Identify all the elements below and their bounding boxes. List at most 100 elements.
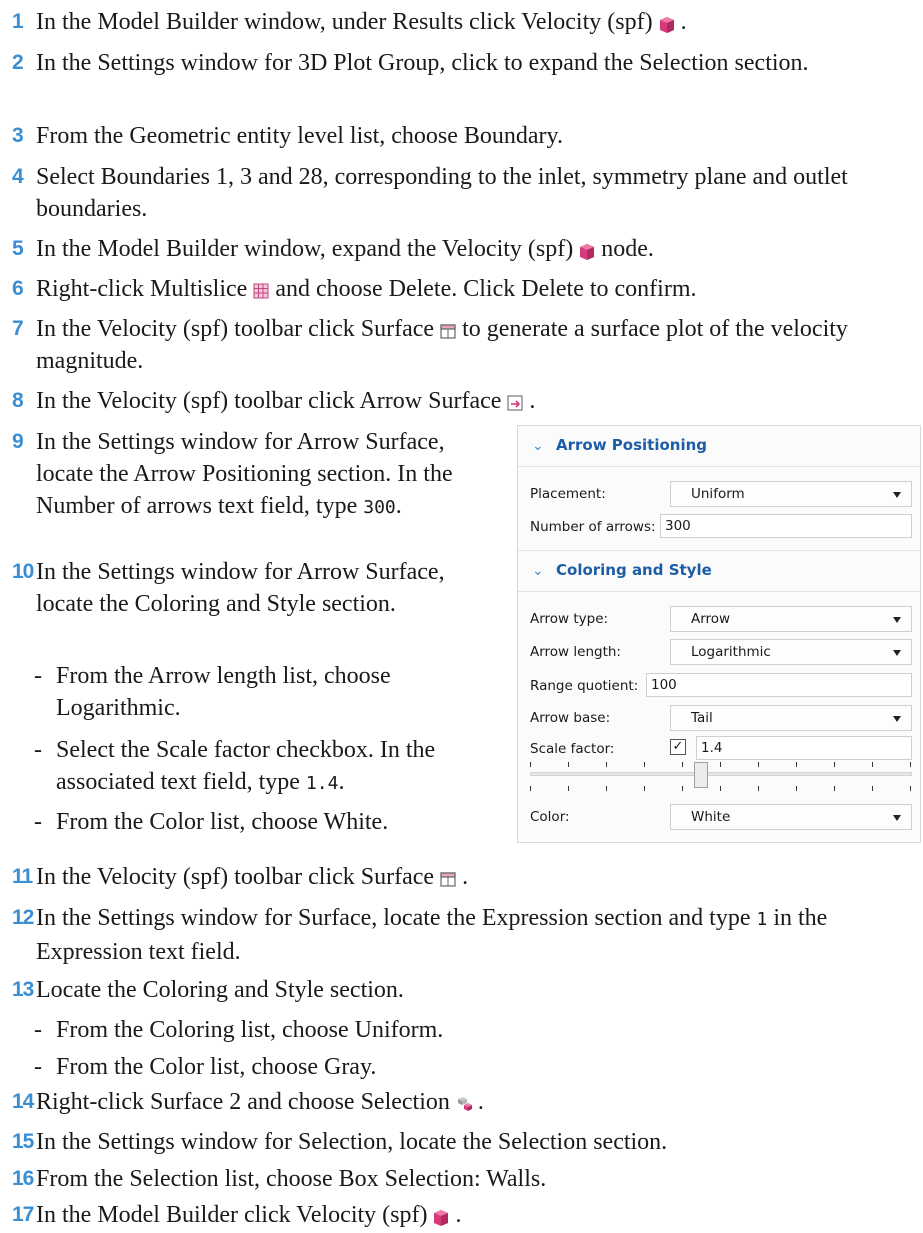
step-5: 5 In the Model Builder window, expand th… xyxy=(12,233,912,265)
slider-tick xyxy=(720,786,721,791)
scale-factor-checkbox[interactable]: ✓ xyxy=(670,739,686,755)
step-7: 7 In the Velocity (spf) toolbar click Su… xyxy=(12,313,912,377)
arrow-length-dropdown[interactable]: Logarithmic xyxy=(670,639,912,665)
step-number: 9 xyxy=(12,430,24,453)
step-text: Right-click Surface 2 and choose Selecti… xyxy=(36,1089,450,1115)
arrow-length-row: Arrow length: Logarithmic xyxy=(530,639,912,665)
step-number: 11 xyxy=(12,865,33,888)
step-number: 15 xyxy=(12,1130,34,1153)
bullet-text: Select the Scale factor checkbox. In the… xyxy=(56,737,436,795)
step-12: 12 In the Settings window for Surface, l… xyxy=(12,902,912,968)
arrow-type-dropdown[interactable]: Arrow xyxy=(670,606,912,632)
arrow-base-dropdown[interactable]: Tail xyxy=(670,705,912,731)
number-of-arrows-label: Number of arrows: xyxy=(530,519,656,535)
step-11: 11 In the Velocity (spf) toolbar click S… xyxy=(12,861,912,893)
slider-tick xyxy=(872,786,873,791)
step-text: In the Settings window for 3D Plot Group… xyxy=(36,50,809,76)
bullet-text: From the Coloring list, choose Uniform. xyxy=(56,1017,444,1043)
step-number: 1 xyxy=(12,10,24,33)
range-quotient-row: Range quotient: 100 xyxy=(530,673,912,699)
step-16: 16 From the Selection list, choose Box S… xyxy=(12,1163,912,1195)
dropdown-value: Tail xyxy=(691,710,713,726)
multislice-icon xyxy=(253,283,269,299)
number-of-arrows-row: Number of arrows: 300 xyxy=(530,514,912,540)
slider-ticks-bottom xyxy=(530,786,912,792)
slider-tick xyxy=(568,762,569,767)
slider-tick xyxy=(644,786,645,791)
step-number: 2 xyxy=(12,51,24,74)
step-text: In the Settings window for Selection, lo… xyxy=(36,1129,668,1155)
plot-group-3d-icon xyxy=(659,17,674,33)
slider-ticks-top xyxy=(530,762,912,768)
list-item: - From the Color list, choose Gray. xyxy=(34,1051,894,1083)
placement-dropdown[interactable]: Uniform xyxy=(670,481,912,507)
step-13: 13 Locate the Coloring and Style section… xyxy=(12,974,912,1006)
dropdown-value: White xyxy=(691,809,731,825)
chevron-down-icon: ⌄ xyxy=(532,563,544,579)
coloring-style-section-header[interactable]: ⌄ Coloring and Style xyxy=(518,551,920,592)
list-item: - From the Color list, choose White. xyxy=(34,806,489,838)
step-text: In the Model Builder window, expand the … xyxy=(36,236,574,262)
color-dropdown[interactable]: White xyxy=(670,804,912,830)
step-6: 6 Right-click Multislice and choose Delet… xyxy=(12,273,912,305)
placement-label: Placement: xyxy=(530,486,606,502)
field-value: 100 xyxy=(651,677,677,693)
slider-tick xyxy=(796,786,797,791)
chevron-down-icon xyxy=(893,716,901,722)
slider-tick xyxy=(606,786,607,791)
step-number: 5 xyxy=(12,237,24,260)
step-text: In the Settings window for Surface, loca… xyxy=(36,905,751,931)
scale-factor-slider-thumb[interactable] xyxy=(694,762,708,788)
number-of-arrows-field[interactable]: 300 xyxy=(660,514,912,538)
code-value: 1 xyxy=(756,909,768,930)
step-number: 17 xyxy=(12,1203,34,1226)
step-text: In the Velocity (spf) toolbar click Surf… xyxy=(36,864,435,890)
scale-factor-slider-track[interactable] xyxy=(530,772,912,776)
selection-icon xyxy=(457,1097,472,1111)
slider-tick xyxy=(606,762,607,767)
dropdown-value: Arrow xyxy=(691,611,731,627)
arrow-base-label: Arrow base: xyxy=(530,710,611,726)
slider-tick xyxy=(910,786,911,791)
step-text-end: and choose Delete. Click Delete to confi… xyxy=(275,276,697,302)
bullet-mark: - xyxy=(34,737,42,763)
arrow-surface-icon xyxy=(507,395,524,411)
section-title: Arrow Positioning xyxy=(556,436,708,454)
bullet-text-end: . xyxy=(338,769,345,795)
bullet-text: From the Color list, choose Gray. xyxy=(56,1054,377,1080)
color-row: Color: White xyxy=(530,804,912,830)
slider-tick xyxy=(872,762,873,767)
surface-icon xyxy=(440,324,456,339)
slider-tick xyxy=(796,762,797,767)
scale-factor-field[interactable]: 1.4 xyxy=(696,736,912,760)
chevron-down-icon xyxy=(893,617,901,623)
step-number: 7 xyxy=(12,317,24,340)
bullet-text: From the Color list, choose White. xyxy=(56,809,389,835)
step-text: From the Geometric entity level list, ch… xyxy=(36,123,563,149)
color-label: Color: xyxy=(530,809,570,825)
arrow-positioning-section-header[interactable]: ⌄ Arrow Positioning xyxy=(518,426,920,467)
step-text: In the Settings window for Arrow Surface… xyxy=(36,559,445,617)
step-text-end: . xyxy=(455,1202,462,1228)
step-text: Select Boundaries 1, 3 and 28, correspon… xyxy=(36,164,848,222)
placement-row: Placement: Uniform xyxy=(530,481,912,507)
step-text-end: . xyxy=(680,9,687,35)
step-4: 4 Select Boundaries 1, 3 and 28, corresp… xyxy=(12,161,912,225)
step-number: 8 xyxy=(12,389,24,412)
step-9: 9 In the Settings window for Arrow Surfa… xyxy=(12,426,502,524)
arrow-base-row: Arrow base: Tail xyxy=(530,705,912,731)
step-text: Locate the Coloring and Style section. xyxy=(36,977,404,1003)
list-item: - From the Coloring list, choose Uniform… xyxy=(34,1014,894,1046)
plot-group-3d-icon xyxy=(434,1210,449,1226)
arrow-length-label: Arrow length: xyxy=(530,644,621,660)
step-text: From the Selection list, choose Box Sele… xyxy=(36,1166,547,1192)
bullet-mark: - xyxy=(34,1054,42,1080)
bullet-mark: - xyxy=(34,809,42,835)
field-value: 300 xyxy=(665,518,691,534)
range-quotient-field[interactable]: 100 xyxy=(646,673,912,697)
chevron-down-icon xyxy=(893,650,901,656)
step-text-end: . xyxy=(529,388,536,414)
slider-tick xyxy=(682,762,683,767)
step-1: 1 In the Model Builder window, under Res… xyxy=(12,6,912,38)
field-value: 1.4 xyxy=(701,740,723,756)
